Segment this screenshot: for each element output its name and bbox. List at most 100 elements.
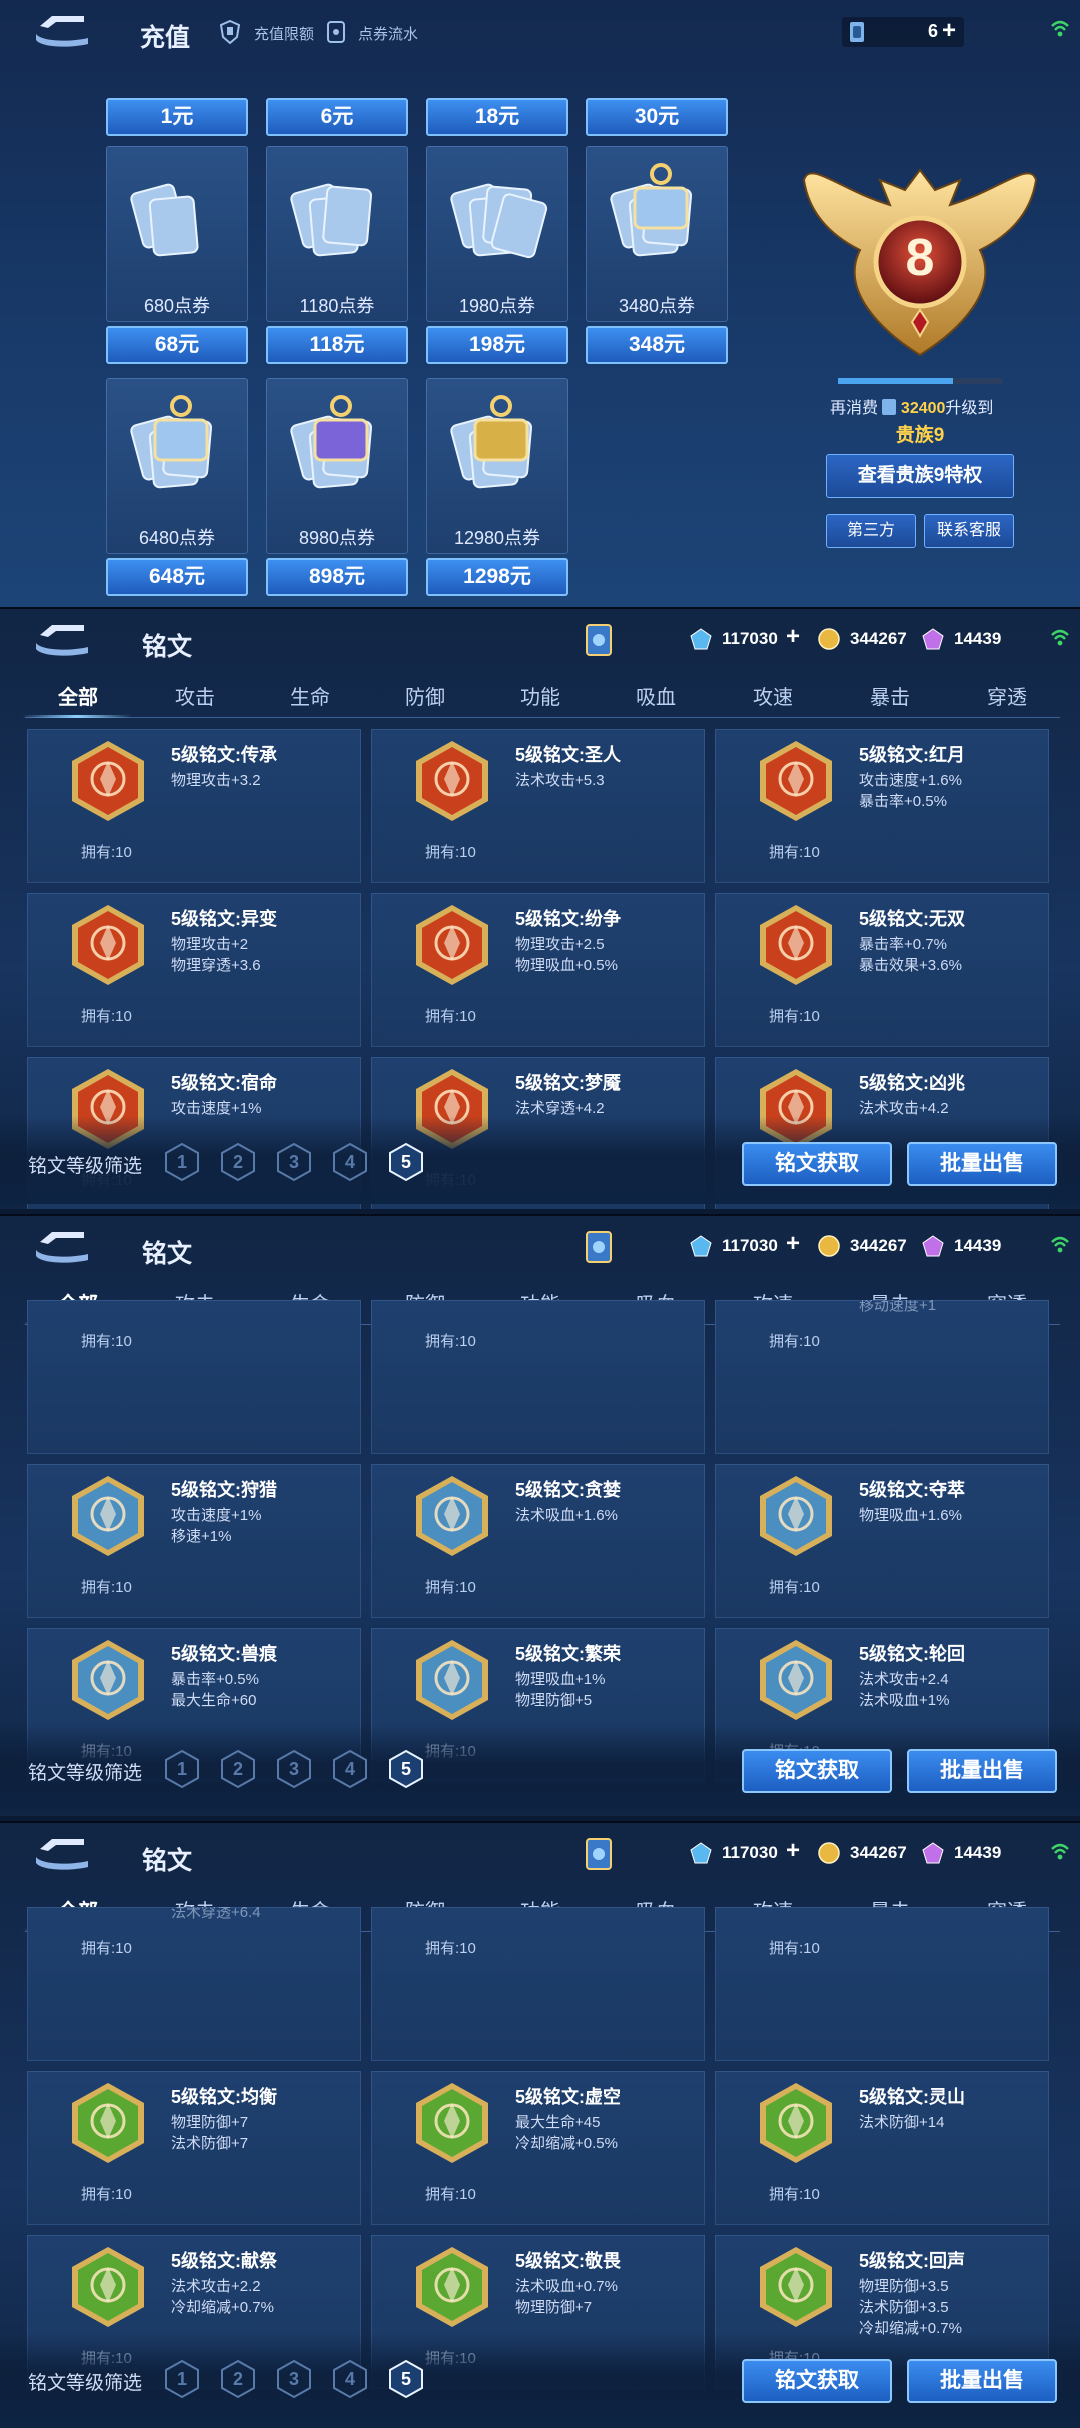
wifi-icon (1051, 1843, 1069, 1860)
owned-value: 10 (803, 1579, 820, 1596)
recharge-limit-link[interactable]: 充值限额 (254, 23, 314, 44)
level-4-filter[interactable]: 4 (332, 1142, 368, 1182)
rune-card[interactable]: 5级铭文:狩猎 攻击速度+1% 移速+1% 拥有:10 (27, 1464, 361, 1618)
price-button[interactable]: 898元 (266, 558, 408, 596)
level-5-filter[interactable]: 5 (388, 1749, 424, 1789)
add-diamond-icon[interactable]: + (786, 1230, 800, 1258)
price-button[interactable]: 198元 (426, 326, 568, 364)
batch-sell-button[interactable]: 批量出售 (907, 1749, 1057, 1793)
voucher-flow-link[interactable]: 点券流水 (358, 23, 418, 44)
owned-prefix: 拥有: (769, 1940, 804, 1957)
back-arrow-icon[interactable] (32, 1835, 92, 1871)
owned-prefix: 拥有: (425, 1579, 460, 1596)
rune-card[interactable]: 5级铭文:虚空 最大生命+45 冷却缩减+0.5% 拥有:10 (371, 2071, 705, 2225)
contact-service-button[interactable]: 联系客服 (924, 514, 1014, 548)
voucher-pack-card[interactable]: 1180点券 (266, 146, 408, 322)
rune-card[interactable]: 5级铭文:异变 物理攻击+2 物理穿透+3.6 拥有:10 (27, 893, 361, 1047)
price-button[interactable]: 6元 (266, 98, 408, 136)
tab-1[interactable]: 攻击 (155, 681, 235, 710)
voucher-pack-card[interactable]: 3480点券 (586, 146, 728, 322)
price-button[interactable]: 1298元 (426, 558, 568, 596)
add-voucher-icon[interactable]: + (942, 17, 956, 45)
rune-card[interactable]: 5级铭文:红月 攻击速度+1.6% 暴击率+0.5% 拥有:10 (715, 729, 1049, 883)
rune-book-icon[interactable] (584, 623, 614, 657)
voucher-pack-card[interactable]: 6480点券 (106, 378, 248, 554)
rune-card[interactable]: 5级铭文:贪婪 法术吸血+1.6% 拥有:10 (371, 1464, 705, 1618)
rune-card[interactable]: 5级铭文:均衡 物理防御+7 法术防御+7 拥有:10 (27, 2071, 361, 2225)
level-5-filter[interactable]: 5 (388, 2359, 424, 2399)
voucher-pack-card[interactable]: 8980点券 (266, 378, 408, 554)
level-5-filter[interactable]: 5 (388, 1142, 424, 1182)
level-2-filter[interactable]: 2 (220, 1749, 256, 1789)
rune-card[interactable]: 5级铭文:圣人 法术攻击+5.3 拥有:10 (371, 729, 705, 883)
next-level: 贵族9 (895, 425, 945, 446)
tab-3[interactable]: 防御 (385, 681, 465, 710)
owned-count: 拥有:10 (81, 841, 132, 862)
price-button[interactable]: 648元 (106, 558, 248, 596)
voucher-amount: 8980点券 (298, 528, 376, 548)
rune-card[interactable]: 拥有:10 (371, 1300, 705, 1454)
level-4-filter[interactable]: 4 (332, 2359, 368, 2399)
owned-prefix: 拥有: (425, 2186, 460, 2203)
tab-7[interactable]: 暴击 (850, 681, 930, 710)
third-party-button[interactable]: 第三方 (826, 514, 916, 548)
svg-text:2: 2 (233, 2369, 243, 2389)
back-arrow-icon[interactable] (32, 621, 92, 657)
rune-card[interactable]: 5级铭文:夺萃 物理吸血+1.6% 拥有:10 (715, 1464, 1049, 1618)
voucher-icon (882, 399, 897, 415)
add-diamond-icon[interactable]: + (786, 1837, 800, 1865)
tab-4[interactable]: 功能 (500, 681, 580, 710)
view-privilege-button[interactable]: 查看贵族9特权 (826, 454, 1014, 498)
level-3-filter[interactable]: 3 (276, 1142, 312, 1182)
level-1-filter[interactable]: 1 (164, 1142, 200, 1182)
owned-count: 拥有:10 (425, 2183, 476, 2204)
price-button[interactable]: 18元 (426, 98, 568, 136)
level-2-filter[interactable]: 2 (220, 1142, 256, 1182)
get-rune-button[interactable]: 铭文获取 (742, 1142, 892, 1186)
diamond-amount: 117030 (722, 1843, 778, 1862)
level-3-filter[interactable]: 3 (276, 2359, 312, 2399)
voucher-pack-card[interactable]: 1980点券 (426, 146, 568, 322)
level-2-filter[interactable]: 2 (220, 2359, 256, 2399)
rune-card[interactable]: 5级铭文:传承 物理攻击+3.2 拥有:10 (27, 729, 361, 883)
rune-book-icon[interactable] (584, 1837, 614, 1871)
tab-6[interactable]: 攻速 (733, 681, 813, 710)
rune-card[interactable]: 拥有:10 (371, 1907, 705, 2061)
add-diamond-icon[interactable]: + (786, 623, 800, 651)
rune-card[interactable]: 5级铭文:无双 暴击率+0.7% 暴击效果+3.6% 拥有:10 (715, 893, 1049, 1047)
rune-card[interactable]: 拥有:10 (27, 1300, 361, 1454)
rune-stat: 暴击效果+3.6% (859, 957, 962, 974)
owned-value: 10 (115, 1579, 132, 1596)
voucher-pack-card[interactable]: 12980点券 (426, 378, 568, 554)
get-rune-button[interactable]: 铭文获取 (742, 1749, 892, 1793)
red-rune-icon (760, 741, 832, 821)
rune-name: 5级铭文:纷争 (515, 909, 622, 929)
rune-card[interactable]: 拥有:10 (715, 1907, 1049, 2061)
tab-0[interactable]: 全部 (38, 681, 118, 710)
price-button[interactable]: 118元 (266, 326, 408, 364)
tab-2[interactable]: 生命 (270, 681, 350, 710)
price-button[interactable]: 30元 (586, 98, 728, 136)
back-arrow-icon[interactable] (32, 1228, 92, 1264)
back-arrow-icon[interactable] (32, 12, 92, 48)
gold-coin-icon (818, 1842, 840, 1864)
get-rune-button[interactable]: 铭文获取 (742, 2359, 892, 2403)
price-button[interactable]: 348元 (586, 326, 728, 364)
level-4-filter[interactable]: 4 (332, 1749, 368, 1789)
tab-8[interactable]: 穿透 (967, 681, 1047, 710)
level-1-filter[interactable]: 1 (164, 1749, 200, 1789)
tab-5[interactable]: 吸血 (616, 681, 696, 710)
voucher-pack-card[interactable]: 680点券 (106, 146, 248, 322)
level-3-filter[interactable]: 3 (276, 1749, 312, 1789)
batch-sell-button[interactable]: 批量出售 (907, 1142, 1057, 1186)
rune-screen-blue: 铭文117030+34426714439全部攻击生命防御功能吸血攻速暴击穿透拥有… (0, 1216, 1080, 1816)
level-1-filter[interactable]: 1 (164, 2359, 200, 2399)
price-button[interactable]: 68元 (106, 326, 248, 364)
batch-sell-button[interactable]: 批量出售 (907, 2359, 1057, 2403)
rune-book-icon[interactable] (584, 1230, 614, 1264)
price-button[interactable]: 1元 (106, 98, 248, 136)
rune-card[interactable]: 5级铭文:灵山 法术防御+14 拥有:10 (715, 2071, 1049, 2225)
rune-card[interactable]: 移动速度+1 拥有:10 (715, 1300, 1049, 1454)
rune-card[interactable]: 5级铭文:纷争 物理攻击+2.5 物理吸血+0.5% 拥有:10 (371, 893, 705, 1047)
rune-card[interactable]: 法术穿透+6.4 拥有:10 (27, 1907, 361, 2061)
